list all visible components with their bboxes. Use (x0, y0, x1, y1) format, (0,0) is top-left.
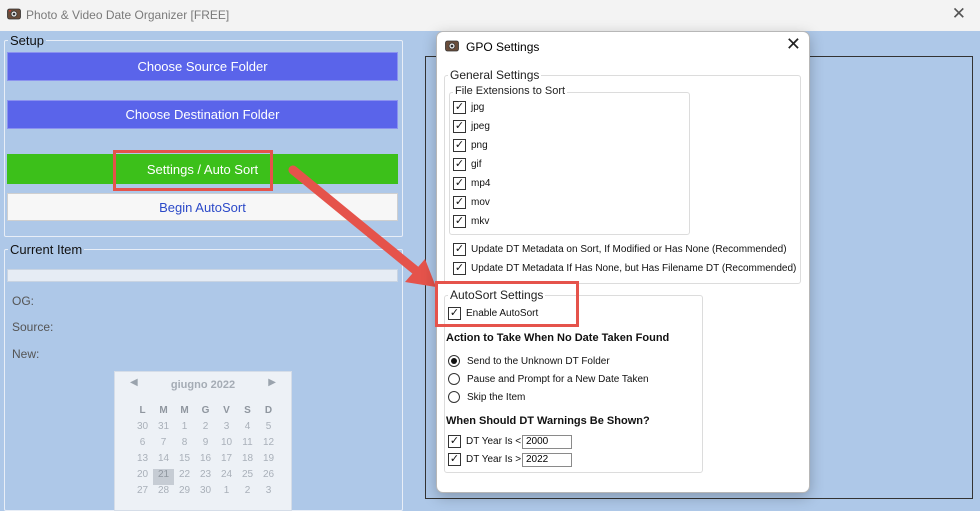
update-metadata-filename-checkbox[interactable]: ✓ (453, 262, 466, 275)
year-greater-checkbox[interactable]: ✓ (448, 453, 461, 466)
gpo-settings-dialog: GPO Settings ✕ General Settings File Ext… (435, 31, 810, 493)
file-extensions-label: File Extensions to Sort (453, 85, 568, 97)
action-option-label: Send to the Unknown DT Folder (467, 355, 610, 367)
year-less-label: DT Year Is < (466, 436, 522, 447)
action-option-2[interactable]: Skip the Item (448, 391, 525, 403)
extension-checkbox-mp4[interactable]: ✓ (453, 177, 466, 190)
action-radio-button[interactable] (448, 391, 460, 403)
extension-checkbox-jpg[interactable]: ✓ (453, 101, 466, 114)
year-less-checkbox[interactable]: ✓ (448, 435, 461, 448)
year-less-input[interactable]: 2000 (522, 435, 572, 449)
extension-label: mov (471, 197, 490, 208)
action-heading: Action to Take When No Date Taken Found (446, 332, 670, 344)
extension-checkbox-png[interactable]: ✓ (453, 139, 466, 152)
update-metadata-on-sort-checkbox[interactable]: ✓ (453, 243, 466, 256)
extension-row-png[interactable]: ✓ png (453, 139, 488, 152)
dialog-title: GPO Settings (466, 40, 540, 54)
extension-row-mov[interactable]: ✓ mov (453, 196, 490, 209)
extension-row-jpg[interactable]: ✓ jpg (453, 101, 484, 114)
extension-label: mp4 (471, 178, 491, 189)
year-greater-input[interactable]: 2022 (522, 453, 572, 467)
file-extensions-group (449, 92, 690, 235)
extension-checkbox-mkv[interactable]: ✓ (453, 215, 466, 228)
extension-row-mp4[interactable]: ✓ mp4 (453, 177, 490, 190)
update-metadata-on-sort-label: Update DT Metadata on Sort, If Modified … (471, 244, 787, 255)
action-radio-button[interactable] (448, 373, 460, 385)
update-metadata-on-sort-row[interactable]: ✓ Update DT Metadata on Sort, If Modifie… (453, 243, 787, 256)
extension-checkbox-jpeg[interactable]: ✓ (453, 120, 466, 133)
general-settings-label: General Settings (448, 68, 542, 82)
extension-label: mkv (471, 216, 490, 227)
action-option-1[interactable]: Pause and Prompt for a New Date Taken (448, 373, 649, 385)
action-radio-button[interactable] (448, 355, 460, 367)
extension-row-jpeg[interactable]: ✓ jpeg (453, 120, 490, 133)
action-option-label: Pause and Prompt for a New Date Taken (467, 373, 649, 385)
update-metadata-filename-label: Update DT Metadata If Has None, but Has … (471, 263, 797, 274)
extension-checkbox-mov[interactable]: ✓ (453, 196, 466, 209)
autosort-highlight-box (435, 281, 579, 327)
action-option-label: Skip the Item (467, 391, 526, 403)
extension-checkbox-gif[interactable]: ✓ (453, 158, 466, 171)
extension-label: jpg (471, 102, 485, 113)
extension-row-gif[interactable]: ✓ gif (453, 158, 482, 171)
action-option-0[interactable]: Send to the Unknown DT Folder (448, 355, 610, 367)
extension-row-mkv[interactable]: ✓ mkv (453, 215, 489, 228)
extension-label: jpeg (471, 121, 490, 132)
year-greater-label: DT Year Is > (466, 454, 522, 465)
warnings-heading: When Should DT Warnings Be Shown? (446, 415, 650, 427)
year-less-row[interactable]: ✓ DT Year Is < (448, 435, 521, 448)
year-greater-row[interactable]: ✓ DT Year Is > (448, 453, 521, 466)
update-metadata-filename-row[interactable]: ✓ Update DT Metadata If Has None, but Ha… (453, 262, 796, 275)
extension-label: gif (471, 159, 482, 170)
extension-label: png (471, 140, 488, 151)
dialog-app-icon (445, 40, 459, 52)
dialog-close-icon[interactable]: ✕ (786, 34, 801, 55)
